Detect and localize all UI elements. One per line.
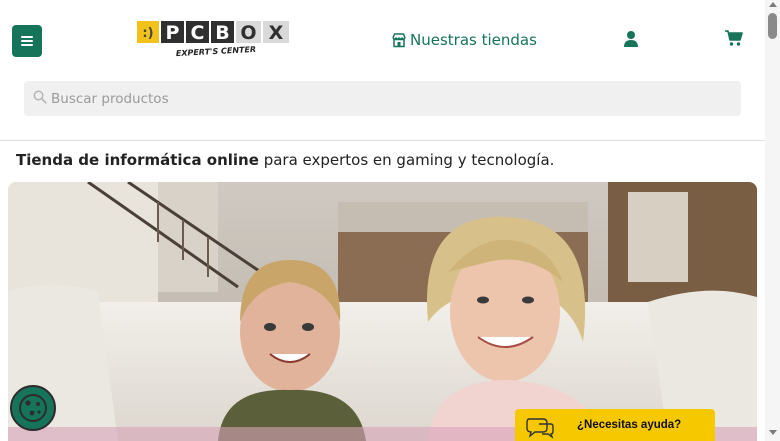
help-chat-button[interactable]: ¿Necesitas ayuda? (515, 409, 715, 441)
hero-banner[interactable] (8, 182, 757, 441)
site-header: :) P C B O X EXPERT'S CENTER Nuestras ti… (0, 0, 765, 141)
user-icon[interactable] (622, 30, 640, 48)
svg-text:C: C (191, 22, 205, 44)
hamburger-menu-icon (21, 36, 33, 46)
search-bar (24, 81, 741, 116)
chat-bubbles-icon (526, 418, 554, 439)
shopping-cart-icon[interactable] (724, 29, 744, 47)
pcbox-logo[interactable]: :) P C B O X EXPERT'S CENTER (136, 20, 290, 58)
scroll-down-arrow-icon[interactable] (769, 430, 777, 435)
intro-text: Tienda de informática online para expert… (16, 151, 554, 169)
store-icon (392, 33, 406, 48)
page-scrollbar[interactable] (765, 0, 780, 441)
svg-text:EXPERT'S CENTER: EXPERT'S CENTER (176, 45, 257, 58)
svg-text::): :) (142, 26, 153, 41)
stores-link-label: Nuestras tiendas (410, 31, 537, 49)
scrollbar-thumb[interactable] (768, 13, 777, 39)
search-input[interactable] (51, 81, 731, 116)
help-chat-label: ¿Necesitas ayuda? (577, 419, 682, 431)
intro-bold: Tienda de informática online (16, 151, 259, 169)
scroll-up-arrow-icon[interactable] (769, 2, 777, 7)
search-icon (33, 90, 47, 104)
cookie-settings-button[interactable] (10, 385, 56, 431)
stores-link[interactable]: Nuestras tiendas (391, 29, 537, 51)
menu-button[interactable] (12, 25, 42, 57)
hero-image (8, 182, 757, 441)
svg-text:P: P (166, 22, 180, 44)
cookie-icon (19, 394, 47, 422)
svg-text:O: O (240, 22, 256, 44)
intro-rest: para expertos en gaming y tecnología. (258, 151, 555, 169)
svg-text:X: X (269, 22, 284, 44)
svg-text:B: B (215, 22, 229, 44)
